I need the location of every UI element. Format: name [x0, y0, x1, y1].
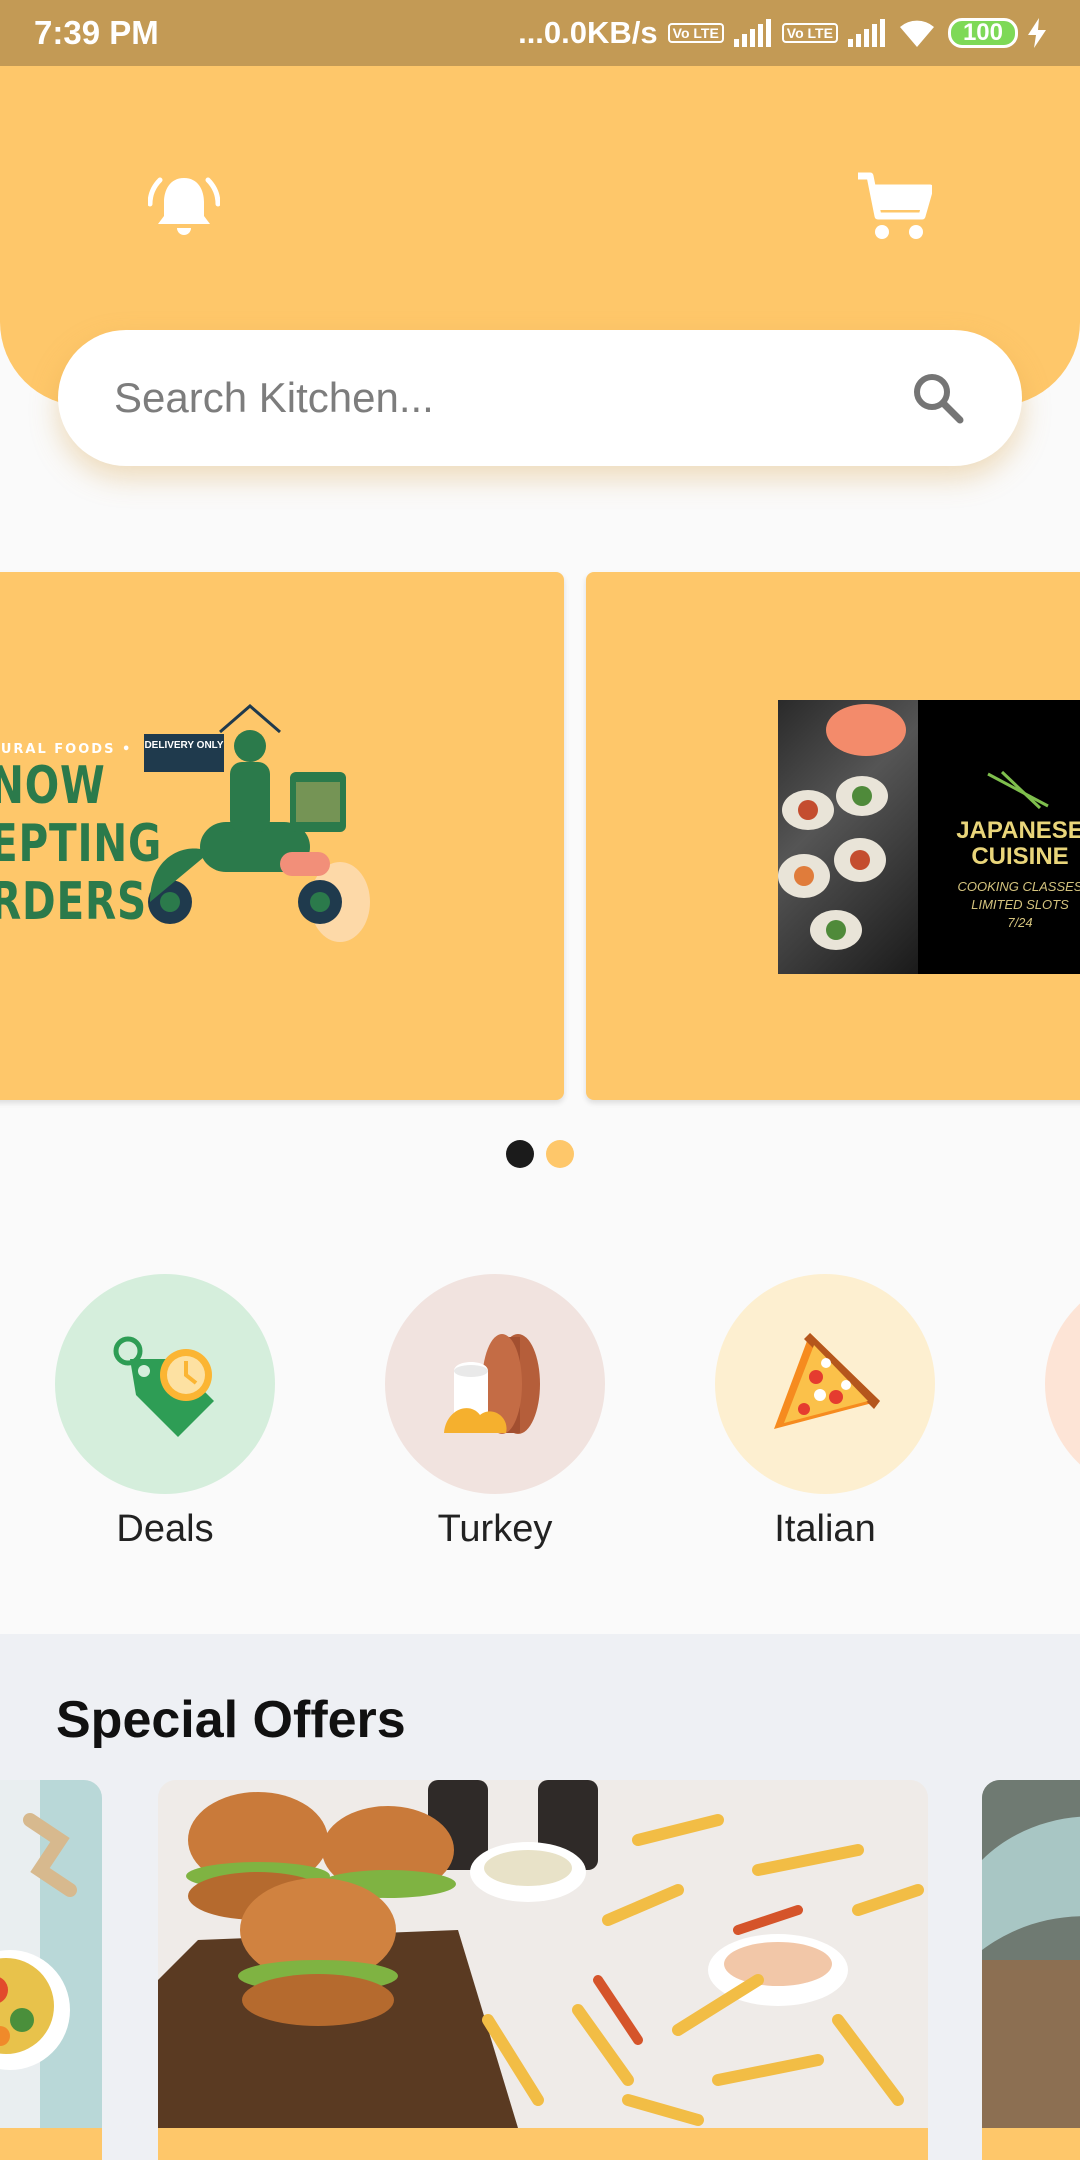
- banner-title: JAPANESE CUISINE: [956, 817, 1080, 870]
- bell-icon[interactable]: [148, 170, 220, 242]
- category-turkey[interactable]: Turkey: [385, 1274, 605, 1551]
- charging-icon: [1028, 18, 1046, 48]
- category-list: Deals Turkey Italian: [0, 1274, 1080, 1574]
- sushi-rolls-illustration: [778, 704, 906, 950]
- promo-banner-japanese[interactable]: JAPANESE CUISINE COOKING CLASSES LIMITED…: [586, 572, 1080, 1100]
- banner-date: 7/24: [1007, 915, 1033, 930]
- offer-card-featured[interactable]: [158, 1780, 928, 2160]
- volte-badge-2: Vo LTE: [781, 23, 838, 43]
- chopsticks-icon: [987, 770, 1049, 810]
- delivery-sign: DELIVERY ONLY: [144, 734, 224, 772]
- category-icon-circle: [385, 1274, 605, 1494]
- bread-icon: [444, 1334, 540, 1434]
- status-bar: 7:39 PM ...0.0KB/s Vo LTE Vo LTE 100: [0, 0, 1080, 66]
- price-tag-clock-icon: [113, 1336, 214, 1437]
- battery-indicator: 100: [947, 18, 1018, 48]
- offer-card-footer: [982, 2128, 1080, 2160]
- category-partial[interactable]: [1045, 1274, 1080, 1494]
- search-bar[interactable]: [58, 330, 1022, 466]
- banner-subtitle: COOKING CLASSES LIMITED SLOTS 7/24: [940, 878, 1080, 932]
- banner-subtitle-text: COOKING CLASSES LIMITED SLOTS: [957, 879, 1080, 912]
- category-icon-circle: [55, 1274, 275, 1494]
- signal-icon: [733, 19, 771, 47]
- cart-icon[interactable]: [856, 170, 932, 242]
- category-icon-circle: [715, 1274, 935, 1494]
- app-screen: 7:39 PM ...0.0KB/s Vo LTE Vo LTE 100 Sea…: [0, 0, 1080, 2160]
- category-label: Italian: [774, 1508, 876, 1550]
- japanese-cuisine-poster: JAPANESE CUISINE COOKING CLASSES LIMITED…: [778, 700, 1080, 974]
- volte-badge-1: Vo LTE: [667, 23, 724, 43]
- carousel-dot[interactable]: [546, 1140, 574, 1168]
- offer-card-footer: [0, 2128, 102, 2160]
- category-label: Turkey: [437, 1508, 553, 1550]
- status-time: 7:39 PM: [34, 14, 159, 51]
- offer-card[interactable]: [0, 1780, 102, 2160]
- promo-banner-delivery[interactable]: TURAL FOODS • NOW EPTING RDERS DELIVERY …: [0, 572, 564, 1100]
- offer-card[interactable]: [982, 1780, 1080, 2160]
- category-icon-circle: [1045, 1274, 1080, 1494]
- offer-image: [982, 1780, 1080, 2128]
- pizza-slice-icon: [774, 1333, 880, 1429]
- offer-card-footer: [158, 2128, 928, 2160]
- network-speed: ...0.0KB/s: [518, 15, 658, 50]
- vegetable-bowl-image: [0, 1780, 102, 2128]
- search-input[interactable]: [114, 374, 910, 422]
- signal-icon: [847, 19, 885, 47]
- search-icon[interactable]: [910, 370, 966, 426]
- special-offers-section: Special Offers: [0, 1634, 1080, 2160]
- category-italian[interactable]: Italian: [715, 1274, 935, 1551]
- category-label: Deals: [116, 1508, 214, 1550]
- burgers-fries-image: [158, 1780, 928, 2128]
- wifi-icon: [899, 20, 934, 47]
- sushi-image: [778, 700, 918, 974]
- section-title: Special Offers: [56, 1691, 406, 1749]
- status-indicators: ...0.0KB/s Vo LTE Vo LTE 100: [518, 15, 1046, 51]
- carousel-indicator: [0, 1140, 1080, 1168]
- category-deals[interactable]: Deals: [55, 1274, 275, 1551]
- carousel-dot-active[interactable]: [506, 1140, 534, 1168]
